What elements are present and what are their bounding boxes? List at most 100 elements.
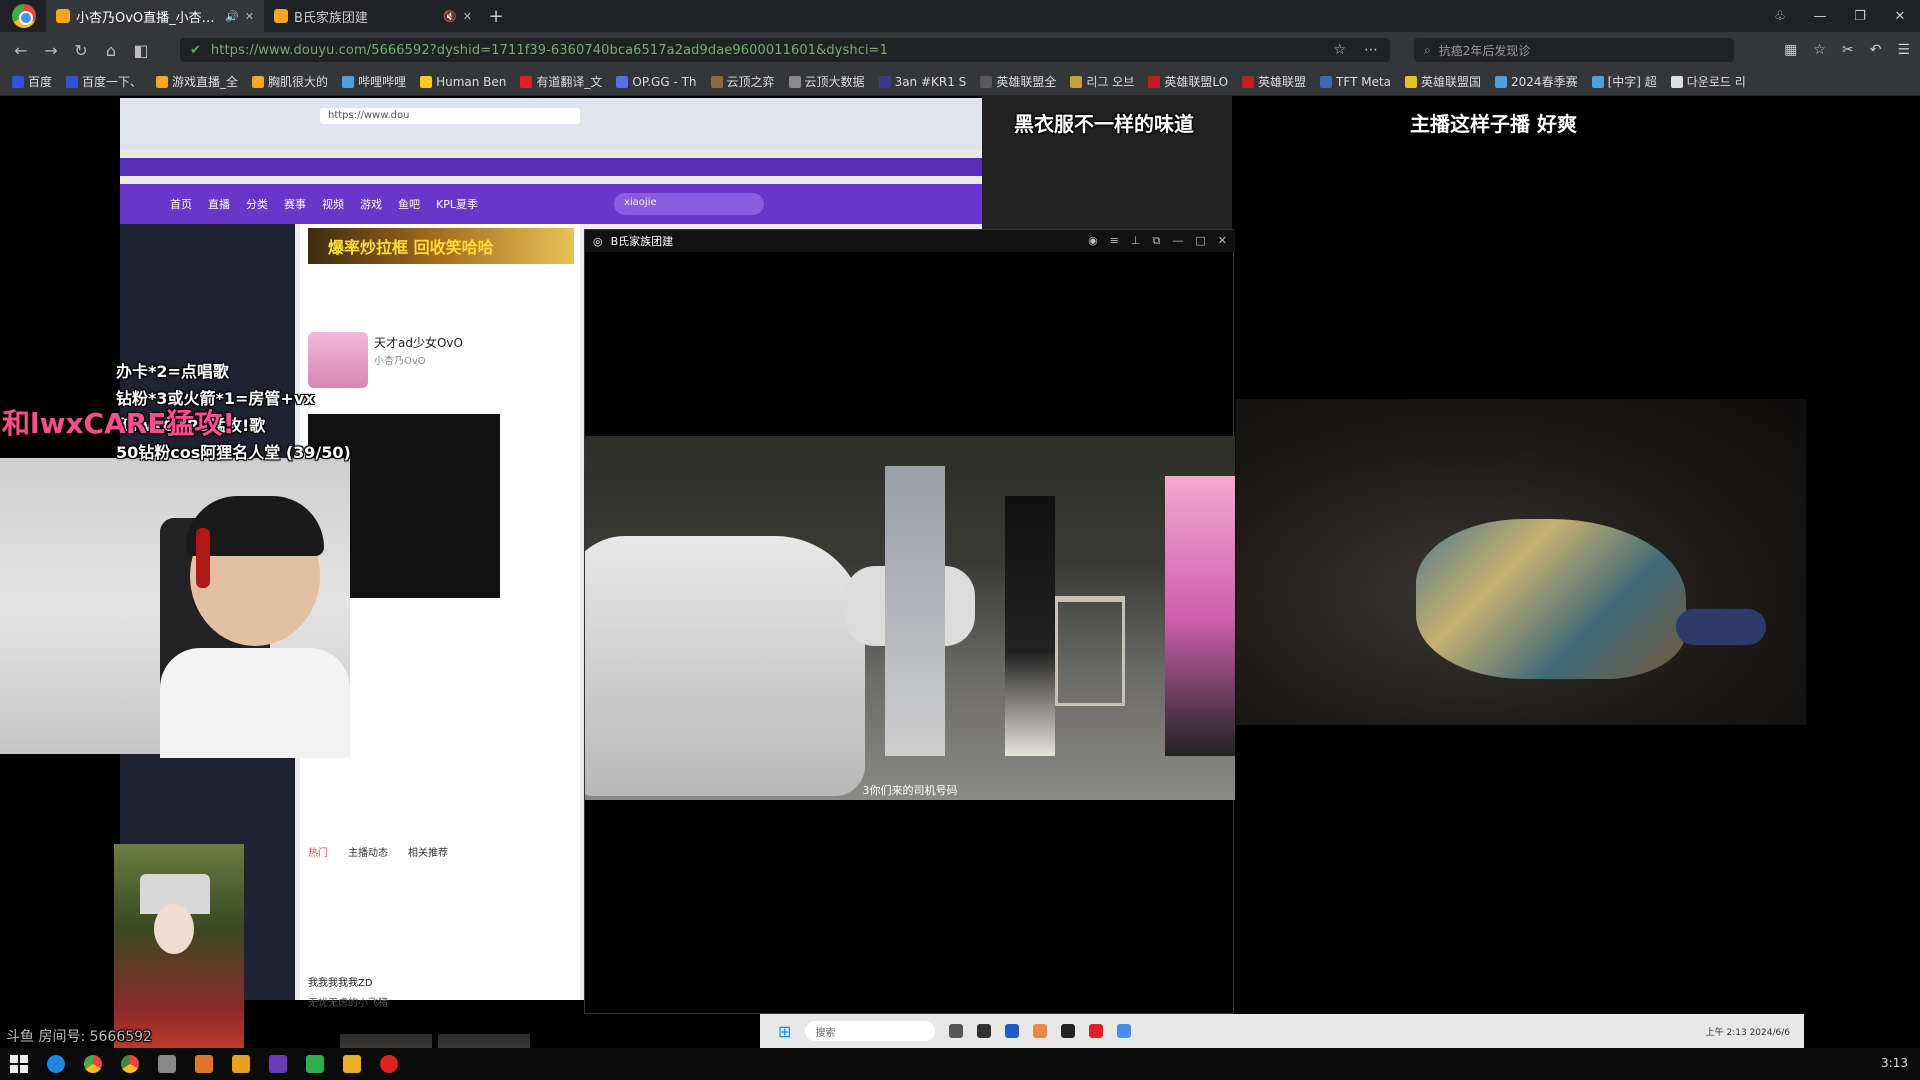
- minimize-icon[interactable]: —: [1172, 234, 1183, 248]
- window-controls: ♧ — ❐ ✕: [1760, 0, 1920, 32]
- tab-title: B氏家族团建: [294, 10, 368, 26]
- bookmark-item[interactable]: 哔哩哔哩: [342, 73, 406, 90]
- browser-logo-icon[interactable]: [12, 4, 36, 28]
- video-subtitle: 3你们来的司机号码: [862, 784, 958, 797]
- person-pink-hair: [1165, 476, 1235, 756]
- pip-icon[interactable]: ⧉: [1153, 234, 1161, 248]
- settings-icon[interactable]: ≡: [1110, 234, 1119, 248]
- douyu-nav-bar: 首页 直播 分类 赛事 视频 游戏 鱼吧 KPL夏季 xiaojie: [120, 184, 982, 224]
- undo-icon[interactable]: ↶: [1870, 42, 1882, 58]
- bookmark-item[interactable]: 百度: [12, 73, 52, 90]
- bookmark-favicon-icon: [710, 75, 723, 88]
- more-icon[interactable]: ⋯: [1364, 42, 1378, 58]
- bookmark-item[interactable]: OP.GG - Th: [616, 75, 697, 89]
- bookmark-item[interactable]: 英雄联盟国: [1405, 73, 1481, 90]
- tab-douyu-stream[interactable]: 小杏乃OvO直播_小杏乃OvO视频直播 - 斗鱼直播 🔊 ✕: [46, 0, 264, 32]
- bookmark-item[interactable]: 리그 오브: [1070, 73, 1134, 90]
- bookmark-item[interactable]: Human Ben: [420, 75, 506, 89]
- close-window-icon[interactable]: ✕: [1880, 9, 1920, 24]
- bookmark-item[interactable]: TFT Meta: [1320, 75, 1391, 89]
- app-icon[interactable]: [269, 1055, 287, 1073]
- speaker-icon[interactable]: 🔊: [225, 10, 239, 23]
- bookmark-item[interactable]: 英雄联盟: [1242, 73, 1306, 90]
- bookmark-favicon-icon: [616, 75, 629, 88]
- bookmark-label: 英雄联盟国: [1421, 75, 1482, 89]
- app-icon[interactable]: [306, 1055, 324, 1073]
- player-title: B氏家族团建: [610, 235, 674, 248]
- back-icon[interactable]: ←: [6, 41, 36, 60]
- bookmark-label: TFT Meta: [1336, 74, 1392, 89]
- star-icon[interactable]: ☆: [1333, 42, 1346, 58]
- bookmark-favicon-icon: [1148, 75, 1161, 88]
- home-icon[interactable]: ⌂: [96, 41, 126, 60]
- app-icon: [1061, 1024, 1076, 1038]
- bookmark-favicon-icon: [342, 75, 355, 88]
- close-icon[interactable]: ✕: [463, 10, 472, 23]
- toolbar-icons: ▦ ☆ ✂ ↶ ☰: [1784, 32, 1910, 68]
- main-video[interactable]: 3你们来的司机号码: [585, 436, 1235, 800]
- bookmark-item[interactable]: 云顶之弈: [710, 73, 775, 90]
- portrait-face: [154, 904, 194, 954]
- browser-360-icon[interactable]: [121, 1055, 139, 1073]
- bookmark-item[interactable]: 3an #KR1 S: [878, 75, 966, 89]
- nested-tab: 热门: [308, 848, 328, 859]
- new-tab-button[interactable]: +: [482, 6, 510, 27]
- webcam-feed: [0, 458, 350, 758]
- bookmark-item[interactable]: 2024春季赛: [1495, 73, 1578, 90]
- extension-icon[interactable]: ◧: [126, 41, 156, 60]
- tab-bar: 小杏乃OvO直播_小杏乃OvO视频直播 - 斗鱼直播 🔊 ✕ B氏家族团建 🔇 …: [0, 0, 1920, 32]
- pin-icon[interactable]: ⊥: [1131, 234, 1141, 248]
- bookmark-favicon-icon: [1070, 75, 1083, 88]
- edge-icon[interactable]: [47, 1055, 65, 1073]
- file-icon[interactable]: [158, 1055, 176, 1073]
- bookmark-item[interactable]: 英雄联盟LO: [1148, 73, 1228, 90]
- bookmark-item[interactable]: 百度一下、: [66, 73, 142, 90]
- search-input[interactable]: ⌕ 抗癌2年后发现诊: [1414, 38, 1734, 62]
- app-icon: [1089, 1024, 1104, 1038]
- bookmark-label: 云顶大数据: [804, 75, 865, 89]
- bookmark-favicon-icon: [420, 75, 433, 88]
- bookmark-item[interactable]: 云顶大数据: [788, 73, 865, 90]
- bookmarks-bar: 百度 百度一下、 游戏直播_全 胸肌很大的 哔哩哔哩 Human Ben 有道翻译_文 OP.…: [0, 68, 1920, 96]
- app-icon[interactable]: [232, 1055, 250, 1073]
- nav-item: 首页: [170, 198, 192, 211]
- maximize-icon[interactable]: □: [1195, 234, 1205, 248]
- start-button[interactable]: [10, 1055, 28, 1073]
- menu-icon[interactable]: ☰: [1897, 42, 1910, 58]
- chrome-icon[interactable]: [84, 1055, 102, 1073]
- favorites-icon[interactable]: ☆: [1813, 42, 1826, 58]
- scissors-icon[interactable]: ✂: [1842, 42, 1854, 58]
- eye-icon[interactable]: ◉: [1088, 234, 1098, 248]
- minimize-icon[interactable]: —: [1800, 9, 1840, 24]
- bookmark-favicon-icon: [1495, 75, 1508, 88]
- app-icon[interactable]: [343, 1055, 361, 1073]
- close-icon[interactable]: ✕: [1218, 234, 1227, 248]
- bookmark-item[interactable]: 游戏直播_全: [156, 73, 238, 90]
- forward-icon[interactable]: →: [36, 41, 66, 60]
- maximize-icon[interactable]: ❐: [1840, 9, 1880, 24]
- close-icon[interactable]: ✕: [245, 10, 254, 23]
- tshirt-icon[interactable]: ♧: [1760, 9, 1800, 24]
- app-icon[interactable]: [380, 1055, 398, 1073]
- bookmark-favicon-icon: [12, 75, 24, 88]
- bookmark-item[interactable]: 英雄联盟全: [980, 73, 1056, 90]
- bookmark-item[interactable]: [中字] 超: [1591, 73, 1657, 90]
- mute-icon[interactable]: 🔇: [443, 10, 457, 23]
- nav-item: 游戏: [360, 198, 382, 211]
- bookmark-favicon-icon: [252, 75, 265, 88]
- bookmark-item[interactable]: 有道翻译_文: [520, 73, 602, 90]
- grid-icon[interactable]: ▦: [1784, 42, 1797, 58]
- captured-taskbar: ⊞ 搜索 上午 2:13 2024/6/6: [760, 1014, 1804, 1048]
- douyu-favicon-icon: [56, 9, 70, 23]
- captured-search: 搜索: [805, 1021, 936, 1041]
- bookmark-label: 云顶之弈: [726, 75, 775, 89]
- tab-b-family[interactable]: B氏家族团建 🔇 ✕: [264, 0, 482, 32]
- bookmark-label: 英雄联盟LO: [1164, 75, 1229, 89]
- reload-icon[interactable]: ↻: [66, 41, 96, 60]
- game-icon[interactable]: [195, 1055, 213, 1073]
- bookmark-label: 百度一下、: [82, 75, 143, 89]
- bookmark-item[interactable]: 다운로드 리: [1670, 73, 1746, 90]
- top-caption-right: 主播这样子播 好爽: [1410, 112, 1577, 136]
- bookmark-item[interactable]: 胸肌很大的: [252, 73, 328, 90]
- url-field[interactable]: ✔ https://www.douyu.com/5666592?dyshid=1…: [180, 38, 1390, 62]
